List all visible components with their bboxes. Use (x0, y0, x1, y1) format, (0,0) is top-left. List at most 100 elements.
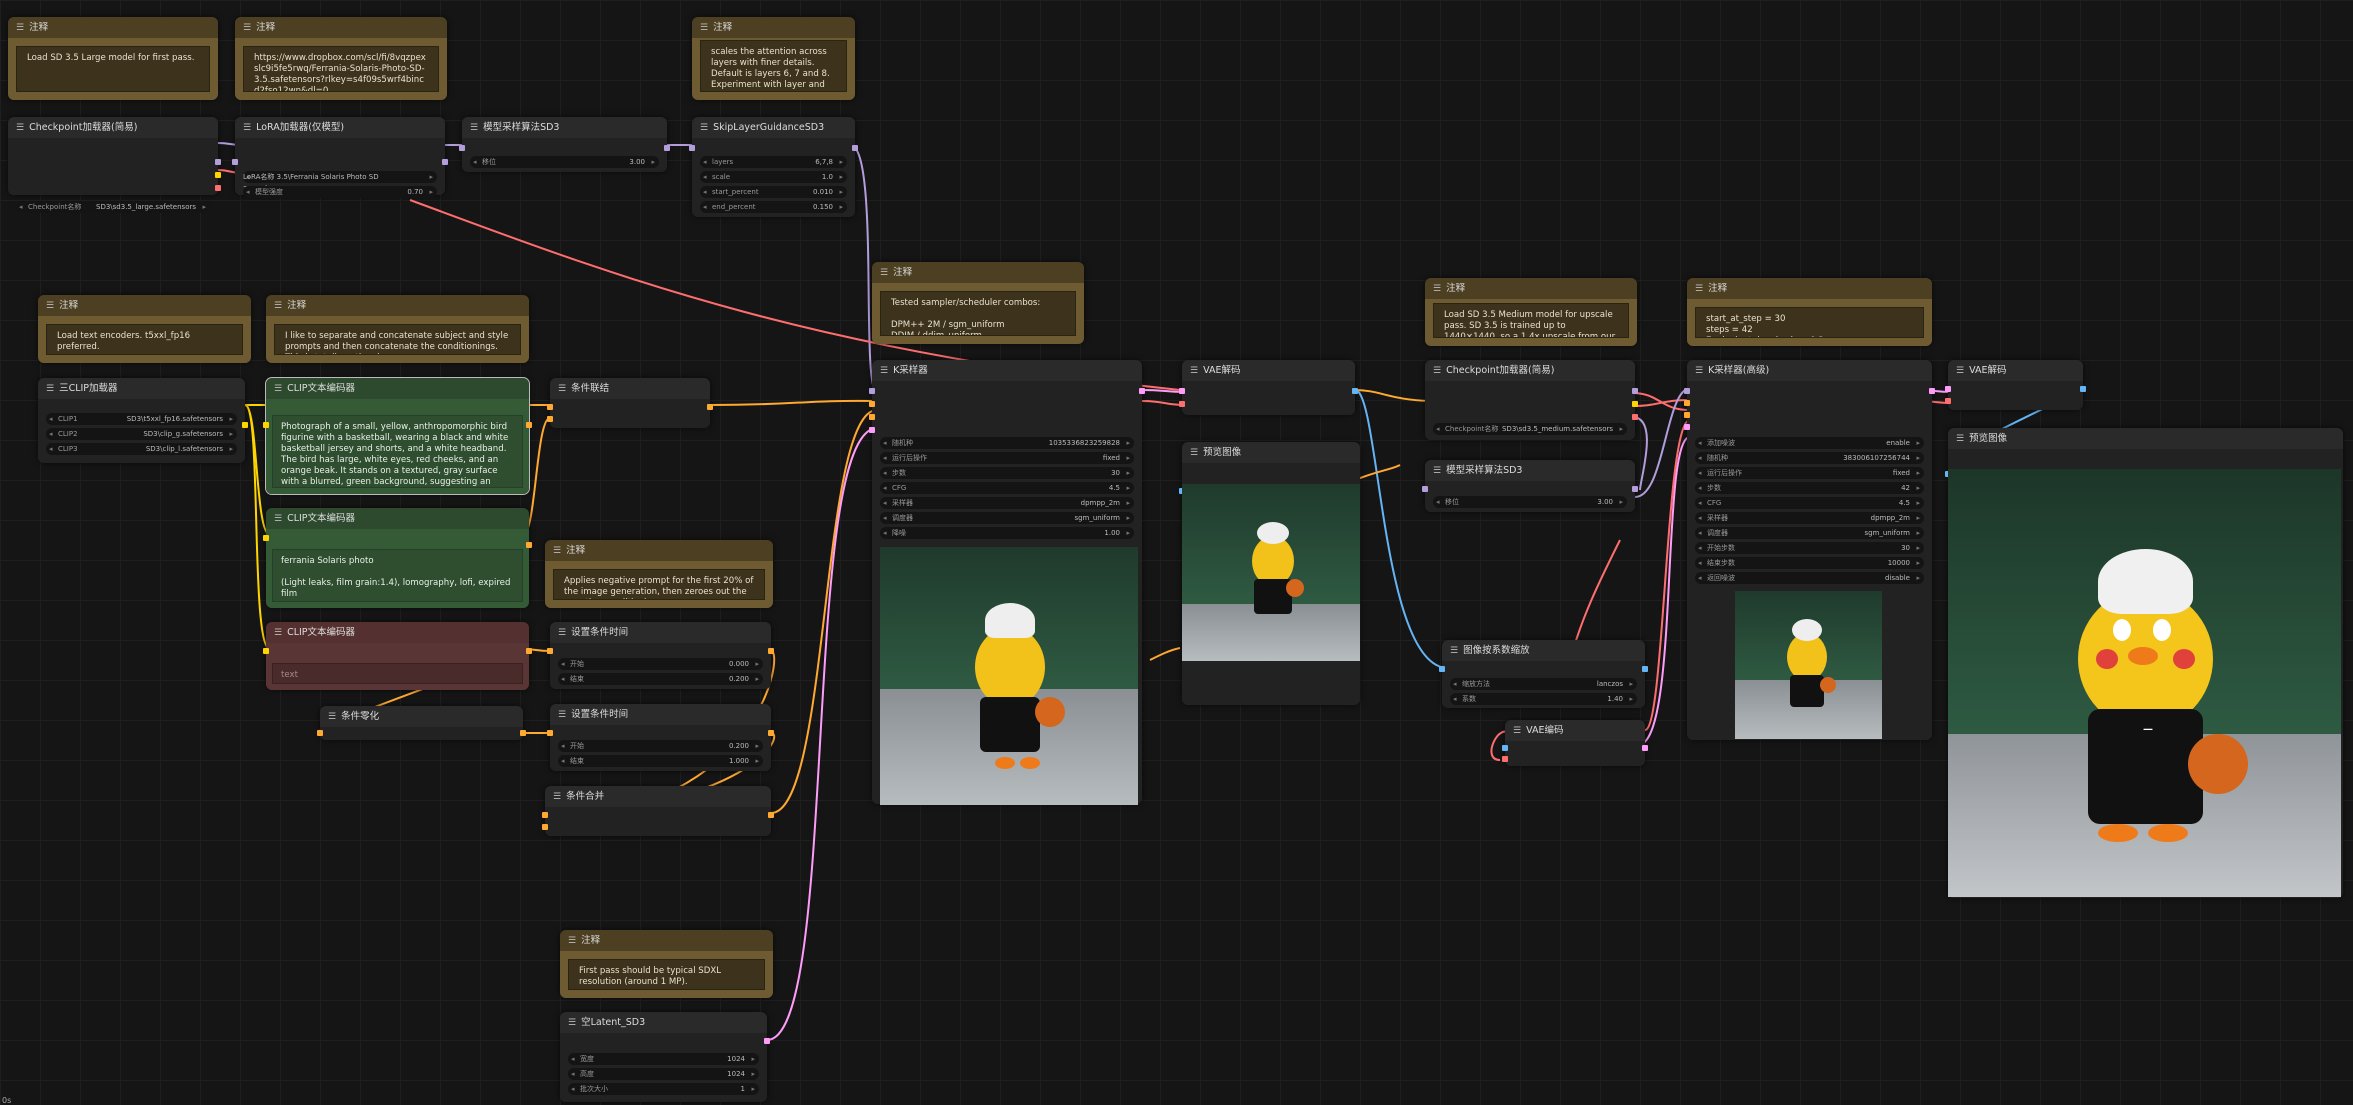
image-output-port[interactable] (2080, 386, 2086, 392)
preview-image-node-1[interactable]: ☰ 预览图像 (1179, 442, 1360, 705)
clip3-widget[interactable]: CLIP3SD3\clip_l.safetensors (46, 443, 237, 455)
ksampler-node[interactable]: ☰ K采样器 随机种1035336823259828 运行后操作fixed 步数3… (869, 360, 1145, 805)
samples-input-port[interactable] (1945, 386, 1951, 392)
note-text[interactable]: Applies negative prompt for the first 20… (553, 569, 765, 600)
menu-icon[interactable]: ☰ (1433, 361, 1441, 381)
conditioning-output-port[interactable] (520, 730, 526, 736)
end-widget[interactable]: 结束0.200 (558, 673, 763, 685)
cfg-widget[interactable]: CFG4.5 (880, 482, 1134, 494)
latent-input-port[interactable] (1684, 424, 1690, 430)
note-text[interactable]: Load SD 3.5 Large model for first pass. (16, 46, 210, 92)
seed-widget[interactable]: 随机种383006107256744 (1695, 452, 1924, 464)
start-percent-widget[interactable]: start_percent0.010 (700, 186, 847, 198)
conditioning-set-timestep-range-node-2[interactable]: ☰ 设置条件时间 开始0.200 结束1.000 (547, 704, 774, 771)
conditioning-output-port[interactable] (526, 648, 532, 654)
vae-input-port[interactable] (1179, 401, 1185, 407)
menu-icon[interactable]: ☰ (700, 18, 708, 38)
lora-loader-node[interactable]: ☰ LoRA加载器(仅模型) LoRA名称 3.5\Ferrania Solari… (232, 117, 448, 198)
checkpoint-name-widget[interactable]: Checkpoint名称SD3\sd3.5_medium.safetensors (1433, 423, 1627, 435)
scheduler-widget[interactable]: 调度器sgm_uniform (1695, 527, 1924, 539)
samples-input-port[interactable] (1179, 388, 1185, 394)
menu-icon[interactable]: ☰ (700, 118, 708, 138)
empty-latent-sd3-node[interactable]: ☰ 空Latent_SD3 宽度1024 高度1024 批次大小1 (560, 1012, 770, 1102)
note-text[interactable]: I like to separate and concatenate subje… (274, 324, 521, 355)
menu-icon[interactable]: ☰ (568, 1013, 576, 1033)
latent-output-port[interactable] (1642, 745, 1648, 751)
return-with-leftover-noise-widget[interactable]: 返回噪波disable (1695, 572, 1924, 584)
vae-input-port[interactable] (1945, 398, 1951, 404)
menu-icon[interactable]: ☰ (1956, 429, 1964, 449)
menu-icon[interactable]: ☰ (46, 379, 54, 399)
menu-icon[interactable]: ☰ (1513, 721, 1521, 741)
steps-widget[interactable]: 步数30 (880, 467, 1134, 479)
note-text[interactable]: https://www.dropbox.com/scl/fi/8vqzpexsl… (243, 46, 439, 92)
ksampler-advanced-node[interactable]: ☰K采样器(高级) 添加噪波enable 随机种383006107256744 … (1684, 360, 1935, 740)
model-output-port[interactable] (852, 145, 858, 151)
model-input-port[interactable] (689, 145, 695, 151)
shift-widget[interactable]: 移位3.00 (1433, 496, 1627, 508)
menu-icon[interactable]: ☰ (558, 623, 566, 643)
denoise-widget[interactable]: 降噪1.00 (880, 527, 1134, 539)
vae-input-port[interactable] (1502, 756, 1508, 762)
scale-by-widget[interactable]: 系数1.40 (1450, 693, 1637, 705)
menu-icon[interactable]: ☰ (553, 541, 561, 561)
start-widget[interactable]: 开始0.000 (558, 658, 763, 670)
note-node-7[interactable]: ☰ 注释 Applies negative prompt for the firs… (545, 540, 773, 608)
shift-widget[interactable]: 移位3.00 (470, 156, 659, 168)
image-output-port[interactable] (1352, 388, 1358, 394)
negative-input-port[interactable] (1684, 412, 1690, 418)
image-scale-by-node[interactable]: ☰ 图像按系数缩放 缩放方法lanczos 系数1.40 (1439, 640, 1648, 708)
scale-widget[interactable]: scale1.0 (700, 171, 847, 183)
menu-icon[interactable]: ☰ (470, 118, 478, 138)
latent-output-port[interactable] (1139, 388, 1145, 394)
conditioning-input-port[interactable] (317, 730, 323, 736)
conditioning-input-port[interactable] (547, 730, 553, 736)
model-input-port[interactable] (232, 159, 238, 165)
sampler-widget[interactable]: 采样器dpmpp_2m (1695, 512, 1924, 524)
menu-icon[interactable]: ☰ (1956, 361, 1964, 381)
prompt-textarea[interactable]: text (272, 663, 523, 684)
menu-icon[interactable]: ☰ (1695, 361, 1703, 381)
end-widget[interactable]: 结束1.000 (558, 755, 763, 767)
checkpoint-loader-node[interactable]: ☰ Checkpoint加载器(简易) Checkpoint名称SD3\sd3.5… (8, 117, 221, 213)
model-output-port[interactable] (1632, 486, 1638, 492)
menu-icon[interactable]: ☰ (1450, 641, 1458, 661)
conditioning-to-input-port[interactable] (547, 404, 553, 410)
conditioning-output-port[interactable] (768, 730, 774, 736)
triple-clip-loader-node[interactable]: ☰ 三CLIP加载器 CLIP1SD3\t5xxl_fp16.safetensor… (38, 378, 248, 463)
latent-output-port[interactable] (1929, 388, 1935, 394)
note-node-2[interactable]: ☰ 注释 https://www.dropbox.com/scl/fi/8vqzp… (235, 17, 447, 100)
start-widget[interactable]: 开始0.200 (558, 740, 763, 752)
clip2-widget[interactable]: CLIP2SD3\clip_g.safetensors (46, 428, 237, 440)
conditioning-set-timestep-range-node-1[interactable]: ☰ 设置条件时间 开始0.000 结束0.200 (547, 622, 774, 689)
menu-icon[interactable]: ☰ (568, 931, 576, 951)
conditioning-output-port[interactable] (707, 404, 713, 410)
conditioning-from-input-port[interactable] (547, 416, 553, 422)
batch-size-widget[interactable]: 批次大小1 (568, 1083, 759, 1095)
start-at-step-widget[interactable]: 开始步数30 (1695, 542, 1924, 554)
add-noise-widget[interactable]: 添加噪波enable (1695, 437, 1924, 449)
menu-icon[interactable]: ☰ (1433, 461, 1441, 481)
preview-image-node-2[interactable]: ☰ 预览图像 — (1945, 428, 2343, 898)
menu-icon[interactable]: ☰ (1433, 279, 1441, 299)
note-text[interactable]: Load SD 3.5 Medium model for upscale pas… (1433, 303, 1629, 338)
lora-name-widget[interactable]: LoRA名称 3.5\Ferrania Solaris Photo SD 3.5… (243, 171, 437, 193)
conditioning1-input-port[interactable] (542, 812, 548, 818)
note-node-3[interactable]: ☰ 注释 scales the attention across layers w… (692, 17, 855, 100)
vae-decode-node-1[interactable]: ☰ VAE解码 (1179, 360, 1358, 415)
height-widget[interactable]: 高度1024 (568, 1068, 759, 1080)
prompt-textarea[interactable]: ferrania Solaris photo (Light leaks, fil… (272, 549, 523, 602)
menu-icon[interactable]: ☰ (1695, 279, 1703, 299)
latent-output-port[interactable] (764, 1038, 770, 1044)
model-output-port[interactable] (442, 159, 448, 165)
lora-strength-widget[interactable]: 模型强度0.70 (243, 186, 437, 198)
vae-output-port[interactable] (215, 185, 221, 191)
image-output-port[interactable] (1642, 666, 1648, 672)
clip-input-port[interactable] (263, 535, 269, 541)
note-node-1[interactable]: ☰ 注释 Load SD 3.5 Large model for first pa… (8, 17, 218, 100)
menu-icon[interactable]: ☰ (243, 118, 251, 138)
menu-icon[interactable]: ☰ (558, 379, 566, 399)
clip-input-port[interactable] (263, 422, 269, 428)
cfg-widget[interactable]: CFG4.5 (1695, 497, 1924, 509)
note-text[interactable]: First pass should be typical SDXL resolu… (568, 959, 765, 990)
